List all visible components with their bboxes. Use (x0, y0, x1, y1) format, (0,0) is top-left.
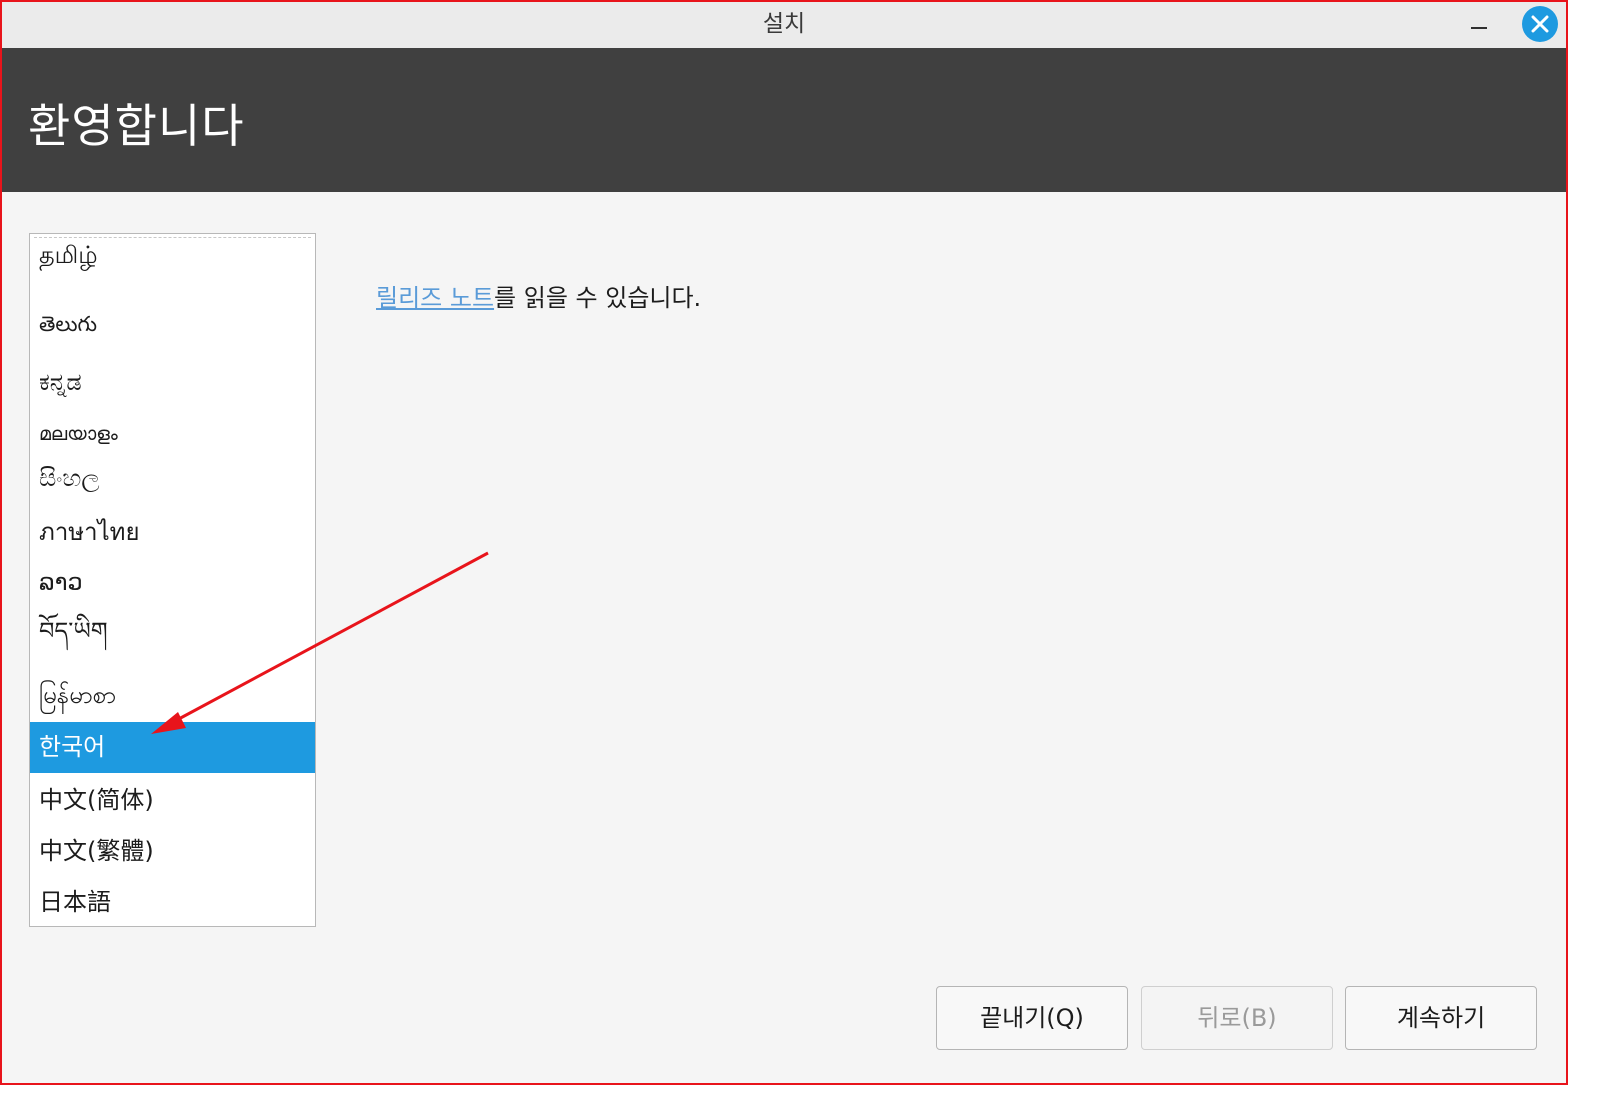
continue-button[interactable]: 계속하기 (1345, 986, 1537, 1050)
back-button[interactable]: 뒤로(B) (1141, 986, 1333, 1050)
release-notes-text: 릴리즈 노트를 읽을 수 있습니다. (376, 278, 701, 313)
language-item-thai[interactable]: ภาษาไทย (30, 508, 315, 556)
quit-button[interactable]: 끝내기(Q) (936, 986, 1128, 1050)
header-banner: 환영합니다 (2, 48, 1566, 192)
title-bar: 설치 (2, 2, 1566, 49)
minimize-icon[interactable] (1462, 10, 1494, 40)
language-item-chinese-traditional[interactable]: 中文(繁體) (30, 826, 315, 876)
release-notes-rest: 를 읽을 수 있습니다. (494, 284, 702, 312)
language-item-telugu[interactable]: తెలుగు (30, 302, 315, 346)
language-list[interactable]: தமிழ் తెలుగు ಕನ್ನಡ മലയാളം සිංහල ภาษาไทย … (29, 233, 316, 927)
language-item-tamil[interactable]: தமிழ் (30, 236, 315, 276)
installer-window: 설치 환영합니다 தமிழ் తెలుగు ಕನ್ನಡ മലയാളം සිංහල… (0, 0, 1568, 1085)
language-item-burmese[interactable]: မြန်မာစာ (30, 670, 315, 720)
language-item-tibetan[interactable]: བོད་ཡིག (30, 606, 315, 656)
release-notes-link[interactable]: 릴리즈 노트 (376, 284, 494, 312)
language-item-lao[interactable]: ລາວ (30, 558, 315, 606)
language-item-chinese-simplified[interactable]: 中文(简体) (30, 775, 315, 825)
window-title: 설치 (762, 11, 806, 37)
language-item-kannada[interactable]: ಕನ್ನಡ (30, 358, 315, 406)
language-item-japanese[interactable]: 日本語 (30, 877, 315, 926)
language-item-korean[interactable]: 한국어 (30, 722, 315, 773)
language-item-sinhala[interactable]: සිංහල (30, 456, 315, 500)
language-item-malayalam[interactable]: മലയാളം (30, 414, 315, 454)
close-icon[interactable] (1522, 6, 1558, 42)
page-title: 환영합니다 (28, 99, 245, 153)
